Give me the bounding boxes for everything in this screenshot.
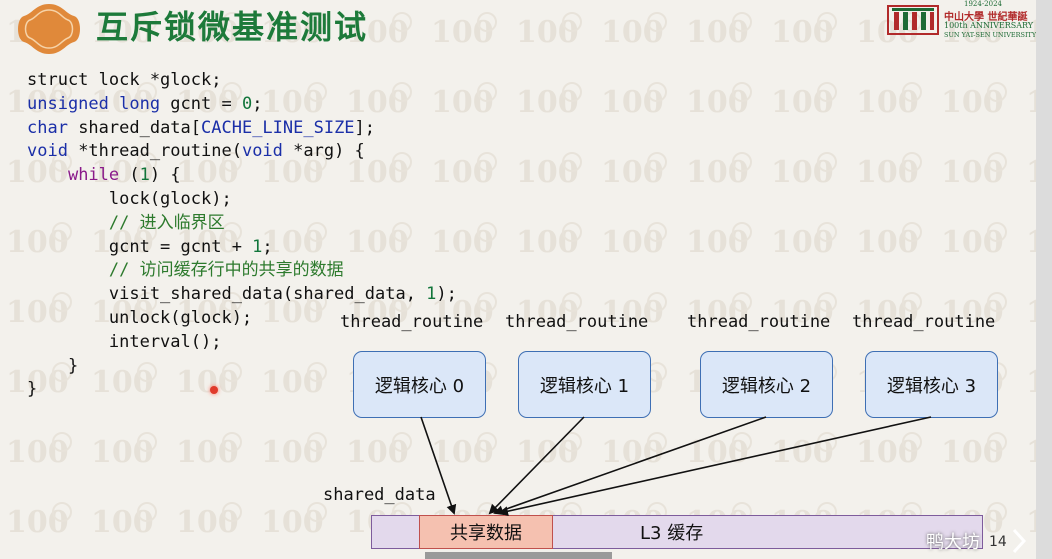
core-box-2: 逻辑核心 2: [700, 351, 833, 418]
right-edge-strip: [1036, 0, 1052, 559]
core-box-3: 逻辑核心 3: [865, 351, 998, 418]
code-token: char: [27, 117, 68, 138]
code-token: 0: [241, 93, 253, 114]
arrow-core2: [493, 416, 767, 516]
code-token: ;: [252, 93, 263, 114]
core-label-2: 逻辑核心 2: [721, 375, 812, 397]
code-token: while: [67, 165, 120, 186]
code-line: struct lock *glock;: [27, 69, 457, 93]
code-token: shared_data[: [67, 117, 202, 138]
thread-label-0: thread_routine: [340, 312, 484, 332]
code-token: gcnt =: [160, 93, 242, 114]
core-label-1: 逻辑核心 1: [539, 375, 630, 397]
shared-data-block: 共享数据: [419, 515, 553, 549]
code-line: void *thread_routine(void *arg) {: [27, 140, 457, 164]
core-box-1: 逻辑核心 1: [518, 351, 651, 418]
code-line: gcnt = gcnt + 1;: [27, 236, 457, 260]
code-line: visit_shared_data(shared_data, 1);: [27, 283, 457, 307]
code-line: unsigned long gcnt = 0;: [27, 93, 457, 117]
code-line: char shared_data[CACHE_LINE_SIZE];: [27, 117, 457, 141]
code-token: unsigned long: [27, 93, 161, 114]
code-token: (: [119, 165, 140, 186]
code-token: // 进入临界区: [27, 212, 225, 233]
arrow-core3: [498, 416, 932, 517]
code-token: 1: [426, 284, 437, 305]
slide-logo-icon: [18, 4, 80, 54]
code-line: // 访问缓存行中的共享的数据: [27, 259, 457, 283]
code-token: );: [436, 284, 457, 305]
core-label-3: 逻辑核心 3: [886, 375, 977, 397]
code-token: 1: [139, 165, 150, 186]
code-token: *thread_routine(: [67, 141, 242, 162]
shared-data-block-label: 共享数据: [450, 523, 522, 544]
l3-cache-label: L3 缓存: [640, 523, 704, 544]
page-number: 14: [989, 534, 1007, 550]
code-token: interval();: [27, 331, 222, 352]
thread-label-3: thread_routine: [852, 312, 996, 332]
core-box-0: 逻辑核心 0: [353, 351, 486, 418]
code-token: 1: [252, 236, 263, 257]
slide-title: 互斥锁微基准测试: [96, 8, 369, 46]
code-token: ];: [354, 117, 376, 138]
code-token: void: [27, 141, 68, 162]
video-scrub-bar[interactable]: [425, 552, 612, 559]
university-name-en: SUN YAT-SEN UNIVERSITY: [944, 31, 1037, 39]
video-watermark: 鸭大坊: [926, 532, 980, 553]
code-token: *arg) {: [282, 141, 365, 162]
thread-label-2: thread_routine: [687, 312, 831, 332]
chevron-right-icon[interactable]: [1006, 526, 1032, 556]
code-token: }: [27, 355, 79, 376]
code-token: gcnt = gcnt +: [27, 236, 253, 257]
university-emblem-icon: [887, 5, 939, 35]
code-token: void: [241, 141, 283, 162]
code-token: unlock(glock);: [27, 307, 253, 328]
thread-label-1: thread_routine: [505, 312, 649, 332]
code-line: // 进入临界区: [27, 212, 457, 236]
university-years: 1924-2024: [964, 0, 1002, 8]
code-line: while (1) {: [27, 164, 457, 188]
code-token: lock(glock);: [27, 188, 232, 209]
code-token: // 访问缓存行中的共享的数据: [27, 260, 344, 281]
code-token: ) {: [149, 165, 181, 186]
core-label-0: 逻辑核心 0: [374, 375, 465, 397]
code-token: CACHE_LINE_SIZE: [201, 117, 355, 138]
code-token: visit_shared_data(shared_data,: [27, 284, 427, 305]
code-token: ;: [262, 236, 273, 257]
laser-pointer-dot: [210, 386, 218, 394]
code-token: struct lock *glock;: [27, 70, 222, 90]
university-anniversary: 100th ANNIVERSARY: [944, 21, 1034, 30]
code-token: }: [27, 379, 38, 400]
university-logo: 1924-2024 中山大學 世紀華誕 100th ANNIVERSARY SU…: [886, 0, 1048, 42]
code-line: lock(glock);: [27, 188, 457, 212]
shared-data-label: shared_data: [323, 485, 436, 505]
arrow-core1: [488, 416, 585, 515]
